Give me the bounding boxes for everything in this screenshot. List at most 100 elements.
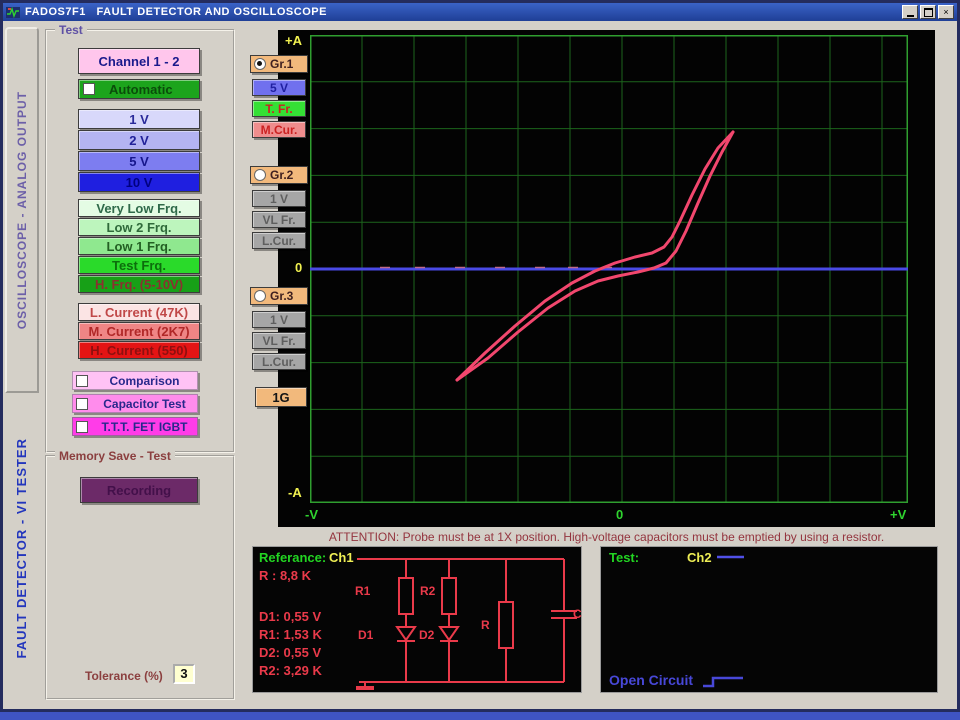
group2-current-button[interactable]: L.Cur. <box>252 232 306 249</box>
open-circuit-status: Open Circuit <box>609 672 693 688</box>
freq-very-low-button[interactable]: Very Low Frq. <box>78 199 200 217</box>
group1-current-label: M.Cur. <box>261 123 298 137</box>
window-title: FADOS7F1 FAULT DETECTOR AND OSCILLOSCOPE <box>25 6 327 18</box>
tab-oscilloscope-label: OSCILLOSCOPE - ANALOG OUTPUT <box>15 91 29 329</box>
scope-label-zero-bottom: 0 <box>616 507 623 522</box>
automatic-label: Automatic <box>109 82 173 97</box>
voltage-1v-button[interactable]: 1 V <box>78 109 200 129</box>
resistor-r <box>499 602 513 648</box>
current-low-label: L. Current (47K) <box>90 305 188 320</box>
ttt-fet-igbt-row[interactable]: T.T.T. FET IGBT <box>72 417 198 436</box>
gain-1g-label: 1G <box>272 390 289 405</box>
circuit-label-d2: D2 <box>419 628 435 642</box>
group2-label: Gr.2 <box>270 168 293 182</box>
freq-low1-button[interactable]: Low 1 Frq. <box>78 237 200 255</box>
minimize-button[interactable] <box>902 5 918 19</box>
group1-freq-label: T. Fr. <box>265 102 292 116</box>
group1-freq-button[interactable]: T. Fr. <box>252 100 306 117</box>
group1-voltage-label: 5 V <box>270 81 288 95</box>
group3-freq-label: VL Fr. <box>262 334 295 348</box>
minimize-icon <box>907 15 914 17</box>
main-content: OSCILLOSCOPE - ANALOG OUTPUT FAULT DETEC… <box>3 21 957 709</box>
scope-label-pos-v: +V <box>890 507 906 522</box>
circuit-label-d1: D1 <box>358 628 374 642</box>
voltage-2v-button[interactable]: 2 V <box>78 130 200 150</box>
circuit-label-r1: R1 <box>355 584 371 598</box>
freq-high-button[interactable]: H. Frq. (5-10V) <box>78 275 200 293</box>
group2-selector[interactable]: Gr.2 <box>250 166 308 184</box>
oscilloscope-display: +A 0 -A -V 0 +V <box>278 30 935 527</box>
gain-1g-button[interactable]: 1G <box>255 387 307 407</box>
circuit-label-c: C <box>573 607 582 621</box>
group1-voltage-button[interactable]: 5 V <box>252 79 306 96</box>
open-circuit-icon <box>699 671 749 689</box>
close-button[interactable]: × <box>938 5 954 19</box>
current-high-label: H. Current (550) <box>90 343 188 358</box>
group2-voltage-label: 1 V <box>270 192 288 206</box>
voltage-2v-label: 2 V <box>129 133 149 148</box>
capacitor-test-label: Capacitor Test <box>103 397 185 411</box>
circuit-label-r: R <box>481 618 490 632</box>
group2-voltage-button[interactable]: 1 V <box>252 190 306 207</box>
ttt-fet-igbt-checkbox[interactable] <box>76 421 88 433</box>
channel-1-2-button[interactable]: Channel 1 - 2 <box>78 48 200 74</box>
tab-fault-detector-vi-tester[interactable]: FAULT DETECTOR - VI TESTER <box>5 393 37 703</box>
close-icon: × <box>943 7 948 17</box>
tolerance-input[interactable]: 3 <box>173 664 195 684</box>
voltage-10v-button[interactable]: 10 V <box>78 172 200 192</box>
comparison-checkbox[interactable] <box>76 375 88 387</box>
reference-panel: Referance: Ch1 R : 8,8 K D1: 0,55 V R1: … <box>252 546 582 693</box>
group3-label: Gr.3 <box>270 289 293 303</box>
recording-button[interactable]: Recording <box>80 477 198 503</box>
group2-current-label: L.Cur. <box>262 234 296 248</box>
scope-graticule <box>310 35 908 503</box>
group1-radio[interactable] <box>254 58 266 70</box>
test-groupbox-title: Test <box>55 23 87 37</box>
tab-oscilloscope-analog-output[interactable]: OSCILLOSCOPE - ANALOG OUTPUT <box>5 27 39 393</box>
current-high-button[interactable]: H. Current (550) <box>78 341 200 359</box>
capacitor-test-checkbox[interactable] <box>76 398 88 410</box>
channel-1-2-label: Channel 1 - 2 <box>99 54 180 69</box>
scope-label-zero-left: 0 <box>295 260 302 275</box>
ttt-fet-igbt-label: T.T.T. FET IGBT <box>102 420 188 434</box>
group1-selector[interactable]: Gr.1 <box>250 55 308 73</box>
recording-label: Recording <box>107 483 171 498</box>
group1-current-button[interactable]: M.Cur. <box>252 121 306 138</box>
current-medium-button[interactable]: M. Current (2K7) <box>78 322 200 340</box>
ch2-trace-legend <box>716 553 746 561</box>
group2-freq-button[interactable]: VL Fr. <box>252 211 306 228</box>
test-result-channel-label: Ch2 <box>687 550 712 565</box>
comparison-row[interactable]: Comparison <box>72 371 198 390</box>
group1-label: Gr.1 <box>270 57 293 71</box>
group2-radio[interactable] <box>254 169 266 181</box>
voltage-1v-label: 1 V <box>129 112 149 127</box>
freq-low2-button[interactable]: Low 2 Frq. <box>78 218 200 236</box>
freq-high-label: H. Frq. (5-10V) <box>95 277 183 292</box>
app-icon <box>6 6 20 19</box>
automatic-button[interactable]: Automatic <box>78 79 200 99</box>
capacitor-test-row[interactable]: Capacitor Test <box>72 394 198 413</box>
voltage-5v-label: 5 V <box>129 154 149 169</box>
group3-selector[interactable]: Gr.3 <box>250 287 308 305</box>
current-low-button[interactable]: L. Current (47K) <box>78 303 200 321</box>
scope-label-neg-v: -V <box>305 507 318 522</box>
automatic-checkbox[interactable] <box>83 83 95 95</box>
group3-current-button[interactable]: L.Cur. <box>252 353 306 370</box>
freq-very-low-label: Very Low Frq. <box>96 201 181 216</box>
test-result-label: Test: <box>609 550 639 565</box>
comparison-label: Comparison <box>109 374 179 388</box>
app-window: FADOS7F1 FAULT DETECTOR AND OSCILLOSCOPE… <box>0 0 960 712</box>
restore-icon <box>924 8 933 17</box>
restore-button[interactable] <box>920 5 936 19</box>
freq-low1-label: Low 1 Frq. <box>107 239 172 254</box>
freq-test-button[interactable]: Test Frq. <box>78 256 200 274</box>
group3-radio[interactable] <box>254 290 266 302</box>
voltage-5v-button[interactable]: 5 V <box>78 151 200 171</box>
scope-trace-svg <box>310 35 908 503</box>
group3-voltage-button[interactable]: 1 V <box>252 311 306 328</box>
attention-text: ATTENTION: Probe must be at 1X position.… <box>278 530 935 544</box>
group3-freq-button[interactable]: VL Fr. <box>252 332 306 349</box>
freq-test-label: Test Frq. <box>112 258 166 273</box>
group2-freq-label: VL Fr. <box>262 213 295 227</box>
tab-fault-detector-label: FAULT DETECTOR - VI TESTER <box>14 438 29 659</box>
